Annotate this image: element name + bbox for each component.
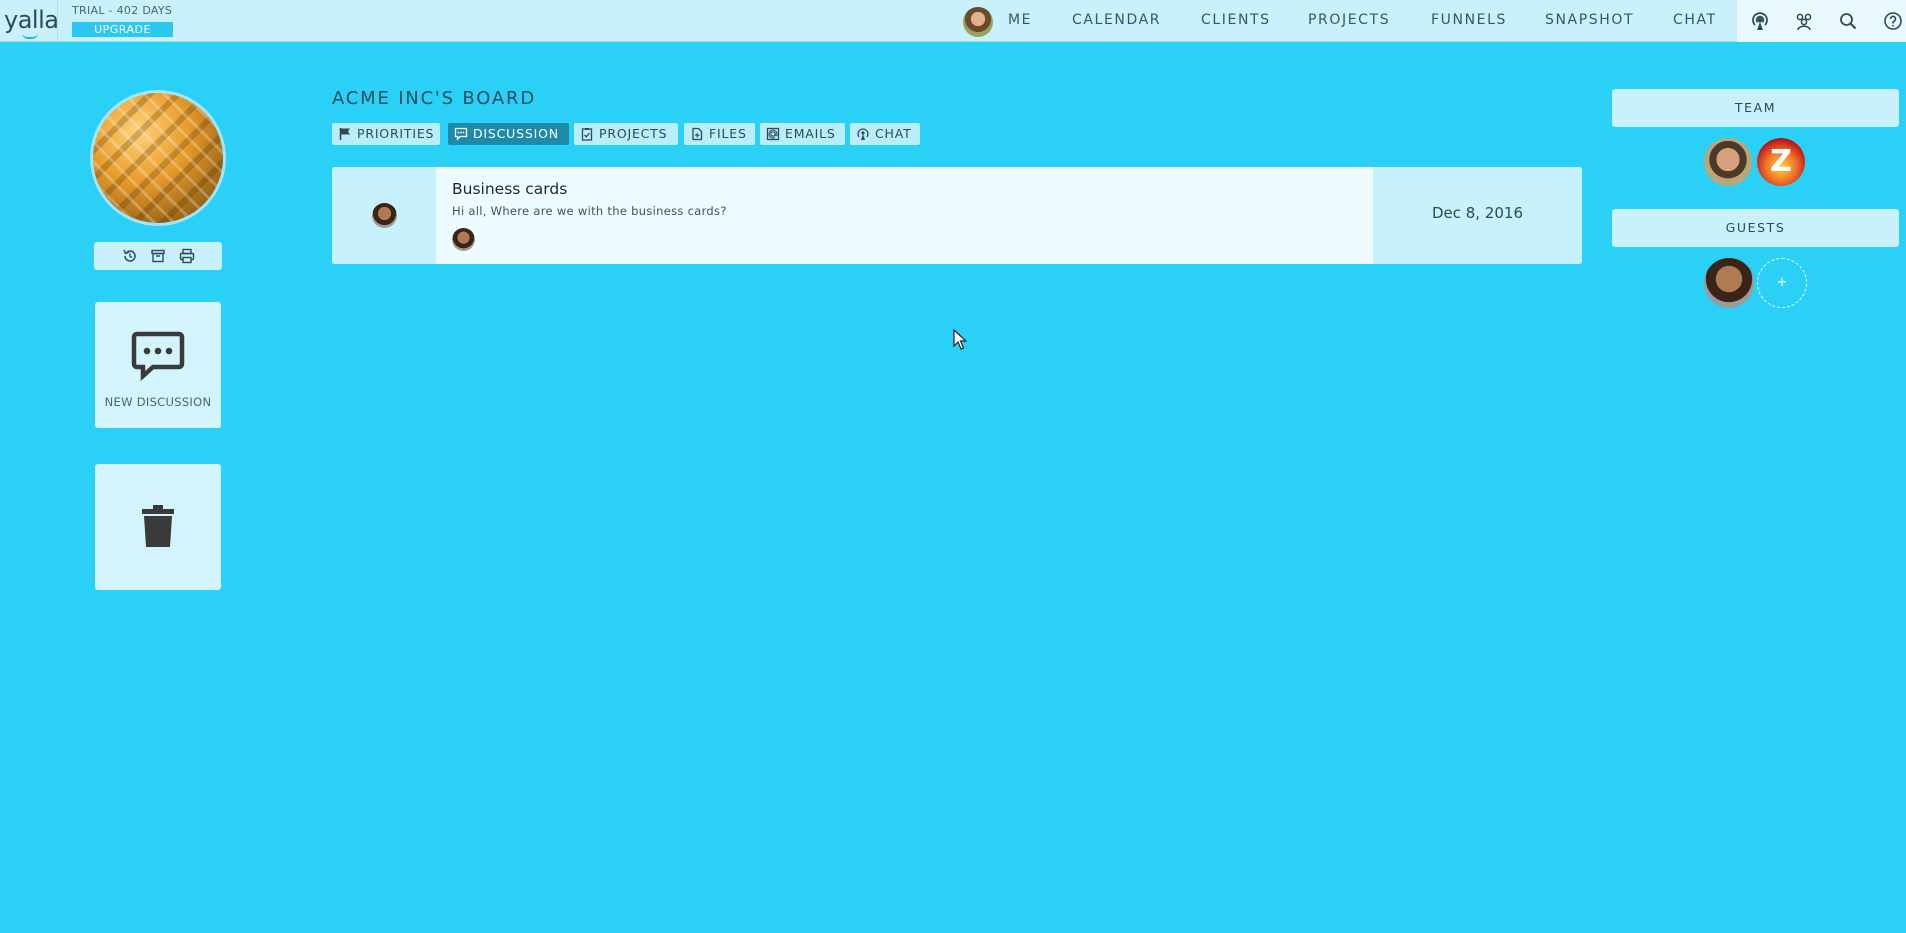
discussion-snippet: Hi all, Where are we with the business c… bbox=[452, 204, 727, 218]
participant-avatar[interactable] bbox=[452, 228, 475, 251]
tab-priorities[interactable]: PRIORITIES bbox=[332, 123, 440, 145]
author-avatar[interactable] bbox=[372, 203, 397, 228]
tab-discussion[interactable]: DISCUSSION bbox=[448, 123, 569, 145]
nav-chat[interactable]: CHAT bbox=[1673, 12, 1717, 28]
new-discussion-label: NEW DISCUSSION bbox=[104, 395, 212, 409]
team-member-avatar[interactable] bbox=[1704, 138, 1752, 186]
nav-projects[interactable]: PROJECTS bbox=[1308, 12, 1390, 28]
flag-icon bbox=[339, 128, 350, 140]
tab-files[interactable]: FILES bbox=[684, 123, 755, 145]
trash-icon bbox=[142, 505, 174, 547]
add-guest-button[interactable]: + bbox=[1757, 258, 1807, 308]
team-icon[interactable] bbox=[1793, 10, 1815, 32]
search-icon[interactable] bbox=[1837, 10, 1859, 32]
tab-projects-label: PROJECTS bbox=[599, 126, 668, 141]
discussion-icon bbox=[454, 127, 468, 141]
top-bar: yalla TRIAL - 402 DAYS UPGRADE ME CALEND… bbox=[0, 0, 1906, 42]
tab-priorities-label: PRIORITIES bbox=[357, 126, 435, 141]
guest-avatar[interactable] bbox=[1704, 258, 1754, 308]
tab-emails-label: EMAILS bbox=[785, 126, 836, 141]
tab-files-label: FILES bbox=[709, 126, 747, 141]
nav-me[interactable]: ME bbox=[1008, 12, 1032, 28]
board-title: ACME INC'S BOARD bbox=[332, 88, 536, 109]
mouse-cursor-icon bbox=[953, 329, 967, 350]
tab-chat-label: CHAT bbox=[875, 126, 912, 141]
upgrade-button[interactable]: UPGRADE bbox=[72, 22, 173, 37]
discussion-date: Dec 8, 2016 bbox=[1431, 204, 1524, 222]
help-icon[interactable] bbox=[1882, 10, 1904, 32]
guests-header: GUESTS bbox=[1612, 209, 1899, 247]
tab-chat[interactable]: CHAT bbox=[850, 123, 920, 145]
archive-icon[interactable] bbox=[149, 247, 167, 265]
logo-smile-mark bbox=[22, 33, 38, 39]
broadcast-icon bbox=[857, 128, 869, 140]
me-avatar[interactable] bbox=[963, 7, 993, 37]
team-header: TEAM bbox=[1612, 89, 1899, 127]
tab-discussion-label: DISCUSSION bbox=[473, 126, 559, 141]
board-avatar[interactable] bbox=[90, 90, 226, 226]
nav-clients[interactable]: CLIENTS bbox=[1201, 12, 1271, 28]
team-member-z-avatar[interactable]: Z bbox=[1757, 138, 1805, 186]
print-icon[interactable] bbox=[178, 247, 196, 265]
history-icon[interactable] bbox=[121, 247, 139, 265]
file-icon bbox=[692, 127, 703, 141]
nav-snapshot[interactable]: SNAPSHOT bbox=[1545, 12, 1634, 28]
email-icon bbox=[766, 127, 780, 141]
tab-projects[interactable]: PROJECTS bbox=[574, 123, 678, 145]
discussion-author-cell bbox=[332, 167, 436, 264]
trial-status: TRIAL - 402 DAYS bbox=[72, 4, 173, 17]
board-actions-toolbar bbox=[94, 242, 222, 270]
discussion-title[interactable]: Business cards bbox=[452, 180, 567, 198]
nav-icon-group bbox=[1737, 0, 1906, 42]
nav-funnels[interactable]: FUNNELS bbox=[1431, 12, 1507, 28]
yalla-logo[interactable]: yalla bbox=[4, 6, 59, 34]
tab-emails[interactable]: EMAILS bbox=[760, 123, 845, 145]
nav-calendar[interactable]: CALENDAR bbox=[1072, 12, 1161, 28]
logo-divider bbox=[57, 0, 58, 42]
broadcast-icon[interactable] bbox=[1749, 10, 1771, 32]
trash-button[interactable] bbox=[95, 464, 221, 590]
chat-bubble-icon bbox=[131, 331, 185, 382]
clipboard-icon bbox=[581, 128, 593, 141]
new-discussion-button[interactable]: NEW DISCUSSION bbox=[95, 302, 221, 428]
discussion-row[interactable]: Business cards Hi all, Where are we with… bbox=[332, 167, 1582, 264]
